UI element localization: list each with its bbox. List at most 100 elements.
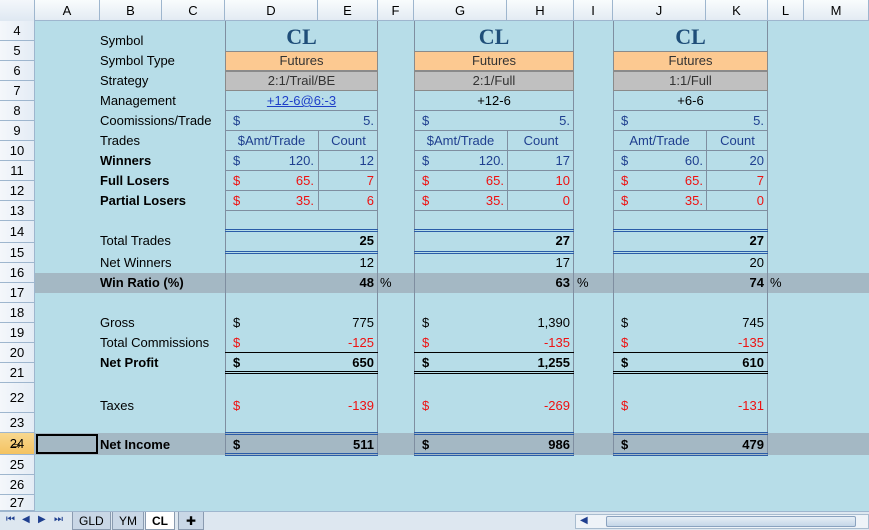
next-sheet-icon[interactable]: ▶ [38,514,46,525]
sheet-tab-gld[interactable]: GLD [72,512,111,530]
block-3-amt-header: Amt/Trade [629,133,690,148]
column-header-f[interactable]: F [378,0,414,21]
column-header-d[interactable]: D [225,0,318,21]
first-sheet-icon[interactable]: ⏮ [6,514,15,525]
block-1-full-count[interactable]: 7 [320,173,374,188]
column-header-g[interactable]: G [414,0,507,21]
block-3-full-count[interactable]: 7 [708,173,764,188]
block-1-total-trades: 25 [359,233,374,248]
block-3-partial-count[interactable]: 0 [708,193,764,208]
block-1-full-amt[interactable]: 65. [240,173,314,188]
block-3-winners-count[interactable]: 20 [708,153,764,168]
column-header-l[interactable]: L [768,0,804,21]
block-3-partial-amt[interactable]: 35. [628,193,703,208]
row-header[interactable]: 16 [0,263,35,283]
block-2-winners-count[interactable]: 17 [509,153,570,168]
horizontal-scrollbar[interactable]: ◀ [575,514,869,529]
block-2-commission[interactable]: 5. [507,113,570,128]
row-header[interactable]: 26 [0,475,35,495]
scrollbar-thumb[interactable] [606,516,856,527]
row-header[interactable]: 8 [0,101,35,121]
scroll-left-icon[interactable]: ◀ [580,515,588,526]
block-2-full-amt[interactable]: 65. [430,173,504,188]
block-2-winners-amt[interactable]: 120. [430,153,504,168]
column-header-j[interactable]: J [613,0,706,21]
label-net-winners: Net Winners [100,255,172,270]
row-header[interactable]: 11 [0,161,35,181]
row-header[interactable]: 5 [0,41,35,61]
block-1-winners-count[interactable]: 12 [320,153,374,168]
label-symbol: Symbol [100,33,144,48]
block-2-management[interactable]: +12-6 [414,91,574,111]
block-3-strategy[interactable]: 1:1/Full [613,71,768,91]
column-header-e[interactable]: E [318,0,378,21]
select-all-corner[interactable] [0,0,35,21]
last-sheet-icon[interactable]: ⏭ [54,514,63,525]
block-1-winners-amt[interactable]: 120. [240,153,314,168]
divider [225,110,378,111]
block-1-partial-amt[interactable]: 35. [240,193,314,208]
block-1-symbol-type[interactable]: Futures [225,51,378,71]
block-3-management[interactable]: +6-6 [613,91,768,111]
block-2-percent-sign: % [577,275,589,290]
block-3-count-header: Count [706,131,768,151]
divider [225,352,378,353]
block-3-net-income-dollar: $ [621,437,629,452]
column-header-a[interactable]: A [35,0,100,21]
row-header[interactable]: 25 [0,455,35,475]
sheet-tab-cl[interactable]: CL [145,512,175,530]
double-rule [613,251,768,254]
row-header[interactable]: 6 [0,61,35,81]
selected-cell[interactable] [36,434,98,454]
row-header[interactable]: 23 [0,413,35,433]
row-header[interactable]: 9 [0,121,35,141]
double-rule [414,432,574,435]
double-rule [414,371,574,374]
prev-sheet-icon[interactable]: ◀ [22,514,30,525]
label-total-trades: Total Trades [100,233,171,248]
block-3-symbol-type[interactable]: Futures [613,51,768,71]
block-2-full-count[interactable]: 10 [509,173,570,188]
row-header[interactable]: 14 [0,221,35,243]
row-header[interactable]: 4 [0,21,35,41]
label-winners: Winners [100,153,152,168]
row-header[interactable]: 7 [0,81,35,101]
block-3-net-profit-dollar: $ [621,355,629,370]
row-header[interactable]: 15 [0,243,35,263]
block-1-commission[interactable]: 5. [318,113,374,128]
column-header-m[interactable]: M [804,0,869,21]
block-3-full-amt[interactable]: 65. [628,173,703,188]
block-1-partial-count[interactable]: 6 [320,193,374,208]
row-header[interactable]: 17 [0,283,35,303]
row-header[interactable]: 19 [0,323,35,343]
block-1-net-winners: 12 [359,255,374,270]
block-2-total-trades: 27 [555,233,570,248]
column-header-h[interactable]: H [507,0,574,21]
block-2-partial-amt[interactable]: 35. [430,193,504,208]
row-header[interactable]: 12 [0,181,35,201]
block-1-strategy[interactable]: 2:1/Trail/BE [225,71,378,91]
row-header[interactable]: 27 [0,495,35,511]
column-header-c[interactable]: C [162,0,225,21]
block-3-winners-amt[interactable]: 60. [628,153,703,168]
row-header[interactable]: 22 [0,383,35,413]
sheet-tab-ym[interactable]: YM [112,512,144,530]
row-header[interactable]: 13 [0,201,35,221]
divider [613,210,768,211]
block-2-strategy[interactable]: 2:1/Full [414,71,574,91]
block-3-total-trades: 27 [749,233,764,248]
block-3-commission[interactable]: 5. [706,113,764,128]
block-1-management-link[interactable]: +12-6@6:-3 [225,91,378,111]
insert-sheet-icon[interactable]: ✚ [178,512,204,530]
row-header[interactable]: 10 [0,141,35,161]
row-header[interactable]: 18 [0,303,35,323]
block-2-partial-count[interactable]: 0 [509,193,570,208]
block-1-taxes: -139 [347,398,374,413]
row-header[interactable]: 20 [0,343,35,363]
block-2-symbol-type[interactable]: Futures [414,51,574,71]
column-header-k[interactable]: K [706,0,768,21]
row-header[interactable]: 21 [0,363,35,383]
block-2-total-commissions: -135 [543,335,570,350]
column-header-b[interactable]: B [100,0,162,21]
column-header-i[interactable]: I [574,0,613,21]
